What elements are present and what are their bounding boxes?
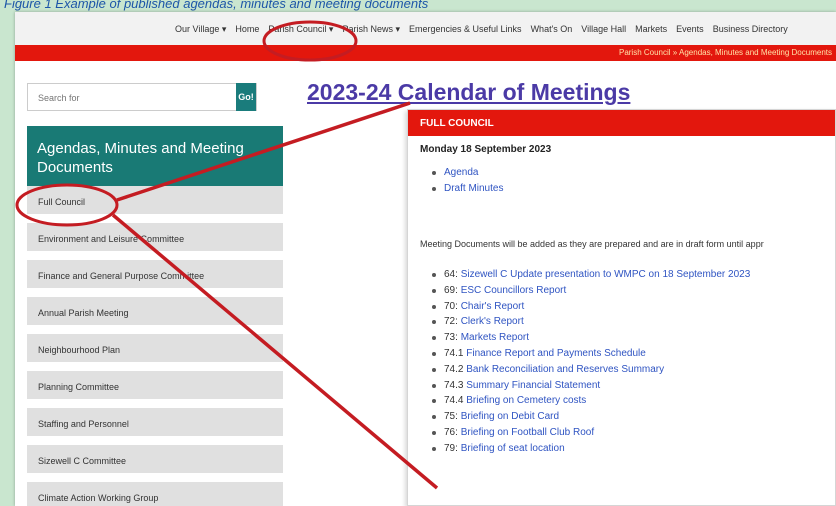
documents-note: Meeting Documents will be added as they …: [420, 239, 764, 249]
sidebar-item-annual-meeting[interactable]: Annual Parish Meeting: [27, 297, 283, 328]
sidebar-heading: Agendas, Minutes and Meeting Documents: [27, 126, 283, 186]
meeting-links: Agenda Draft Minutes: [432, 165, 503, 197]
document-link[interactable]: Briefing on Cemetery costs: [466, 395, 586, 406]
nav-emergencies[interactable]: Emergencies & Useful Links: [409, 24, 522, 35]
search-box: Go!: [27, 83, 257, 111]
nav-whats-on[interactable]: What's On: [531, 24, 573, 35]
nav-events[interactable]: Events: [676, 24, 704, 35]
document-link[interactable]: Chair's Report: [461, 301, 525, 312]
sidebar-item-staffing[interactable]: Staffing and Personnel: [27, 408, 283, 439]
document-link[interactable]: Briefing on Football Club Roof: [461, 427, 594, 438]
document-item[interactable]: 79: Briefing of seat location: [432, 441, 750, 457]
meeting-date: Monday 18 September 2023: [420, 144, 552, 155]
document-number: 69:: [444, 284, 458, 296]
meeting-documents-list: 64: Sizewell C Update presentation to WM…: [432, 267, 750, 457]
sidebar-item-neighbourhood-plan[interactable]: Neighbourhood Plan: [27, 334, 283, 365]
document-item[interactable]: 73: Markets Report: [432, 330, 750, 346]
document-number: 64:: [444, 269, 458, 280]
document-item[interactable]: 75: Briefing on Debit Card: [432, 409, 750, 425]
document-link[interactable]: Briefing on Debit Card: [461, 411, 559, 422]
document-link[interactable]: Clerk's Report: [461, 316, 524, 327]
page-title[interactable]: 2023-24 Calendar of Meetings: [307, 79, 630, 106]
document-number: 76:: [444, 426, 458, 438]
document-link[interactable]: Markets Report: [461, 332, 529, 343]
search-input[interactable]: [36, 92, 220, 104]
nav-markets[interactable]: Markets: [635, 24, 667, 35]
document-item[interactable]: 74.1 Finance Report and Payments Schedul…: [432, 346, 750, 362]
full-council-panel: FULL COUNCIL Monday 18 September 2023 Ag…: [407, 109, 836, 506]
sidebar-item-climate-action[interactable]: Climate Action Working Group: [27, 482, 283, 506]
document-item[interactable]: 64: Sizewell C Update presentation to WM…: [432, 267, 750, 283]
breadcrumb-bar: Parish Council » Agendas, Minutes and Me…: [15, 45, 836, 61]
document-item[interactable]: 70: Chair's Report: [432, 299, 750, 315]
document-number: 72:: [444, 316, 458, 328]
search-go-button[interactable]: Go!: [236, 83, 256, 111]
nav-parish-council[interactable]: Parish Council ▾: [268, 24, 333, 35]
nav-our-village[interactable]: Our Village ▾: [175, 24, 226, 35]
nav-parish-news[interactable]: Parish News ▾: [342, 24, 400, 35]
sidebar-item-finance[interactable]: Finance and General Purpose Committee: [27, 260, 283, 291]
document-number: 73:: [444, 332, 458, 344]
document-link[interactable]: Bank Reconciliation and Reserves Summary: [466, 364, 664, 375]
sidebar-item-planning[interactable]: Planning Committee: [27, 371, 283, 402]
top-navigation: Our Village ▾ Home Parish Council ▾ Pari…: [15, 12, 836, 45]
figure-caption: Figure 1 Example of published agendas, m…: [4, 0, 429, 11]
document-number: 74.3: [444, 379, 464, 391]
document-link[interactable]: Sizewell C Update presentation to WMPC o…: [461, 269, 751, 280]
breadcrumb[interactable]: Parish Council » Agendas, Minutes and Me…: [619, 48, 832, 57]
document-item[interactable]: 74.3 Summary Financial Statement: [432, 378, 750, 394]
agenda-link[interactable]: Agenda: [444, 167, 478, 178]
draft-minutes-link[interactable]: Draft Minutes: [444, 183, 503, 194]
document-number: 75:: [444, 411, 458, 423]
sidebar-item-sizewell[interactable]: Sizewell C Committee: [27, 445, 283, 476]
document-number: 74.2: [444, 363, 464, 375]
document-number: 79:: [444, 442, 458, 454]
nav-village-hall[interactable]: Village Hall: [581, 24, 626, 35]
document-link[interactable]: Summary Financial Statement: [466, 380, 600, 391]
document-number: 74.4: [444, 395, 464, 407]
list-item[interactable]: Draft Minutes: [432, 181, 503, 197]
document-item[interactable]: 74.2 Bank Reconciliation and Reserves Su…: [432, 362, 750, 378]
panel-heading: FULL COUNCIL: [408, 110, 835, 136]
document-link[interactable]: Finance Report and Payments Schedule: [466, 348, 646, 359]
nav-business-directory[interactable]: Business Directory: [713, 24, 788, 35]
document-link[interactable]: Briefing of seat location: [461, 443, 565, 454]
document-number: 74.1: [444, 347, 464, 359]
document-item[interactable]: 74.4 Briefing on Cemetery costs: [432, 393, 750, 409]
document-item[interactable]: 69: ESC Councillors Report: [432, 283, 750, 299]
sidebar-item-environment[interactable]: Environment and Leisure Committee: [27, 223, 283, 254]
document-number: 70:: [444, 300, 458, 312]
document-item[interactable]: 72: Clerk's Report: [432, 314, 750, 330]
document-link[interactable]: ESC Councillors Report: [461, 285, 567, 296]
document-item[interactable]: 76: Briefing on Football Club Roof: [432, 425, 750, 441]
list-item[interactable]: Agenda: [432, 165, 503, 181]
website-screenshot: Our Village ▾ Home Parish Council ▾ Pari…: [15, 12, 836, 506]
nav-home[interactable]: Home: [235, 24, 259, 35]
sidebar-item-full-council[interactable]: Full Council: [27, 186, 283, 217]
